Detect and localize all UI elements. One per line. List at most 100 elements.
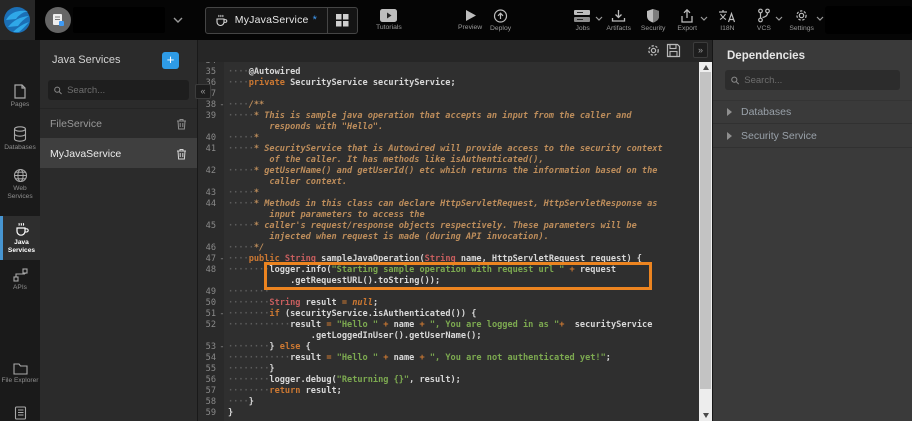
sidebar-item-pages[interactable]: Pages <box>0 84 40 109</box>
service-name: FileService <box>50 118 176 130</box>
collapse-services-panel-button[interactable]: « <box>195 84 211 99</box>
document-tab-main[interactable]: MyJavaService * <box>206 8 327 33</box>
service-list-item-myjavaservice[interactable]: MyJavaService <box>40 138 197 168</box>
tutorials-video-icon <box>380 9 397 22</box>
delete-trash-icon[interactable] <box>176 118 187 130</box>
line-number: 53 <box>198 342 216 353</box>
jobs-icon <box>574 9 592 23</box>
search-icon <box>54 86 62 95</box>
fold-marker[interactable]: - <box>216 100 228 111</box>
scroll-up-button[interactable] <box>699 62 712 72</box>
jobs-button[interactable]: Jobs <box>571 0 595 40</box>
line-number: 56 <box>198 375 216 386</box>
settings-button[interactable]: Settings <box>788 0 815 40</box>
tutorials-button[interactable]: Tutorials <box>374 0 404 40</box>
java-services-search-input[interactable] <box>67 85 183 96</box>
sidebar-item-web-services[interactable]: Web Services <box>0 168 40 200</box>
fold-marker[interactable]: - <box>216 254 228 265</box>
code-line: 42·····* getUserName() and getUserId() e… <box>198 166 699 177</box>
scroll-down-button[interactable] <box>699 410 712 420</box>
dependencies-search[interactable] <box>725 70 900 90</box>
save-floppy-icon <box>666 43 681 58</box>
line-number: 35 <box>198 67 216 78</box>
code-line: 46·····*/ <box>198 243 699 254</box>
delete-trash-icon[interactable] <box>176 148 187 160</box>
tutorials-label: Tutorials <box>376 24 402 31</box>
project-avatar <box>45 7 71 33</box>
code-line: 36····private SecurityService securitySe… <box>198 78 699 89</box>
i18n-button[interactable]: I18N <box>717 0 738 40</box>
editor-toolbar: » <box>198 40 712 62</box>
code-line: 44·····* Methods in this class can decla… <box>198 199 699 210</box>
dependency-section-security-service[interactable]: Security Service <box>713 124 912 148</box>
jobs-chevron-icon[interactable] <box>595 16 603 21</box>
file-explorer-label: File Explorer <box>0 377 40 385</box>
collapse-dependencies-panel-button[interactable]: » <box>693 42 708 58</box>
add-java-service-button[interactable]: + <box>162 52 179 69</box>
export-button[interactable]: Export <box>675 0 699 40</box>
line-number: 57 <box>198 386 216 397</box>
databases-icon <box>13 126 27 142</box>
unsaved-changes-marker: * <box>313 14 317 26</box>
security-shield-icon <box>646 8 660 23</box>
service-name: MyJavaService <box>50 148 176 160</box>
service-list-item-fileservice[interactable]: FileService <box>40 108 197 138</box>
fold-marker[interactable]: - <box>216 309 228 320</box>
fold-marker[interactable]: - <box>216 342 228 353</box>
i18n-label: I18N <box>720 25 734 32</box>
line-number: 55 <box>198 364 216 375</box>
java-coffee-icon <box>214 13 228 27</box>
scrollbar-thumb[interactable] <box>700 72 711 389</box>
editor-settings-button[interactable] <box>646 43 661 58</box>
redacted-project-name <box>73 7 165 33</box>
security-label: Security <box>641 25 666 32</box>
sidebar-item-apis[interactable]: APIs <box>0 268 40 292</box>
document-tab-label: MyJavaService <box>235 14 309 26</box>
logs-icon <box>14 406 27 420</box>
preview-button[interactable]: Preview <box>456 0 484 40</box>
line-number: 47 <box>198 254 216 265</box>
web-services-label: Web Services <box>0 185 40 200</box>
dashboard-grid-button[interactable] <box>327 8 357 33</box>
dependency-section-databases[interactable]: Databases <box>713 100 912 124</box>
dependency-section-label: Security Service <box>741 130 817 142</box>
code-editor[interactable]: » 3435····@Autowired36····private Securi… <box>198 40 712 421</box>
line-number: 54 <box>198 353 216 364</box>
pages-label: Pages <box>0 101 40 109</box>
dependencies-search-input[interactable] <box>744 75 894 86</box>
artifacts-label: Artifacts <box>606 25 631 32</box>
export-label: Export <box>677 25 697 32</box>
code-line: 51-········if (securityService.isAuthent… <box>198 309 699 320</box>
project-switcher[interactable] <box>45 7 183 33</box>
sidebar-item-databases[interactable]: Databases <box>0 126 40 152</box>
export-chevron-icon[interactable] <box>700 16 708 21</box>
editor-save-button[interactable] <box>666 43 681 58</box>
settings-chevron-icon[interactable] <box>816 16 824 21</box>
export-icon <box>680 9 694 23</box>
open-document-tab[interactable]: MyJavaService * <box>205 7 358 34</box>
line-number: 38 <box>198 100 216 111</box>
preview-label: Preview <box>458 24 482 31</box>
line-number: 42 <box>198 166 216 177</box>
java-services-search[interactable] <box>48 80 189 100</box>
dependencies-title: Dependencies <box>713 40 912 70</box>
chevron-down-icon[interactable] <box>173 17 183 23</box>
code-line: 38-····/** <box>198 100 699 111</box>
deploy-button[interactable]: Deploy <box>486 0 514 40</box>
code-area[interactable]: 3435····@Autowired36····private Security… <box>198 62 699 421</box>
wavemaker-logo-icon <box>2 5 32 35</box>
editor-scrollbar[interactable] <box>699 62 712 421</box>
brand-logo[interactable] <box>0 0 35 40</box>
deploy-cloud-icon <box>493 9 508 23</box>
code-line: 35····@Autowired <box>198 67 699 78</box>
security-button[interactable]: Security <box>639 0 667 40</box>
dependencies-panel: Dependencies Databases Security Service <box>712 40 912 421</box>
sidebar-item-java-services[interactable]: Java Services <box>0 216 40 260</box>
artifacts-button[interactable]: Artifacts <box>604 0 632 40</box>
sidebar-item-file-explorer[interactable]: File Explorer <box>0 362 40 385</box>
sidebar-item-logs[interactable]: Logs <box>0 406 40 421</box>
vcs-button[interactable]: VCS <box>754 0 775 40</box>
jobs-label: Jobs <box>575 25 589 32</box>
java-services-panel-title: Java Services <box>52 54 162 66</box>
vcs-chevron-icon[interactable] <box>775 16 783 21</box>
